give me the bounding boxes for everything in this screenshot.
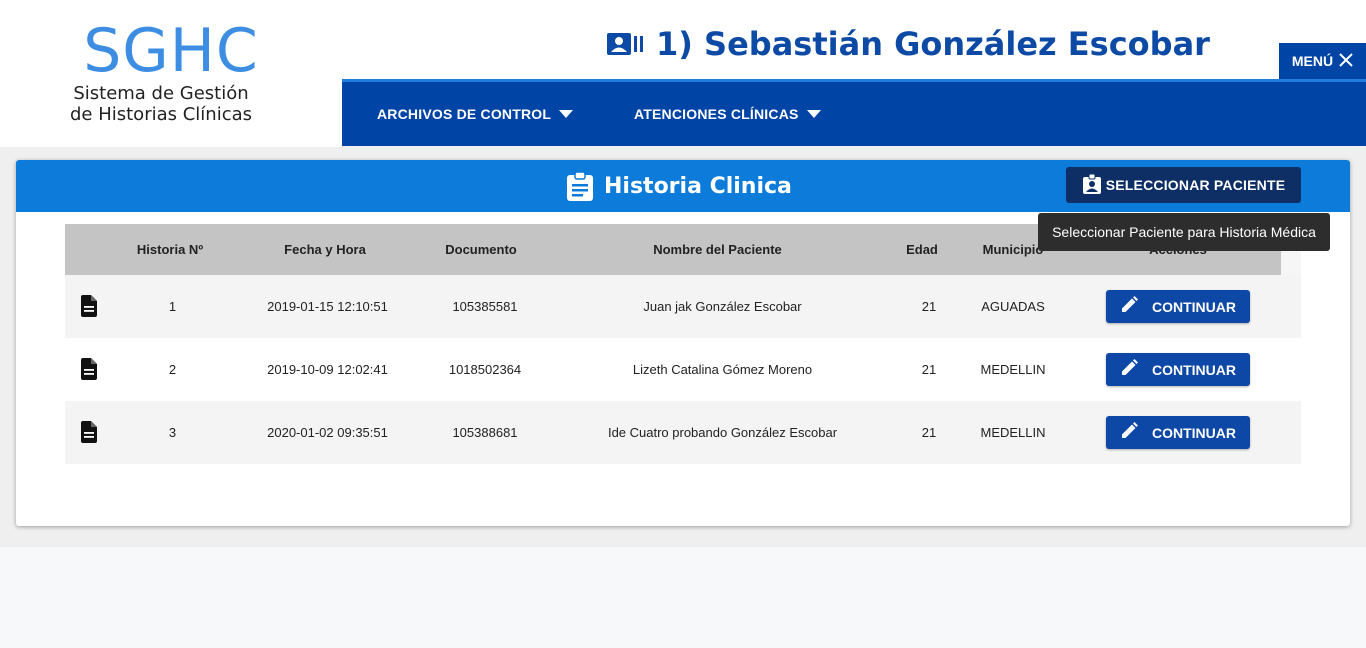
cell-edad: 21 (921, 362, 937, 377)
table-row: 3 2020-01-02 09:35:51 105388681 Ide Cuat… (65, 401, 1301, 464)
pencil-icon (1120, 422, 1138, 443)
table-row: 2 2019-10-09 12:02:41 1018502364 Lizeth … (65, 338, 1301, 401)
cell-municipio: MEDELLIN (980, 425, 1046, 440)
logo-subtitle-line1: Sistema de Gestión (73, 83, 249, 104)
select-patient-label: SELECCIONAR PACIENTE (1105, 177, 1286, 193)
menu-label: MENÚ (1291, 53, 1334, 69)
id-card-icon (606, 31, 644, 57)
historias-table: Historia Nº Fecha y Hora Documento Nombr… (65, 224, 1301, 464)
clipboard-icon (566, 171, 594, 201)
menu-button[interactable]: MENÚ (1279, 43, 1366, 79)
cell-nombre: Ide Cuatro probando González Escobar (607, 425, 838, 440)
card-header: Historia Clinica SELECCIONAR PACIENTE (16, 160, 1350, 212)
cell-nombre: Juan jak González Escobar (643, 299, 802, 314)
cell-fecha: 2019-10-09 12:02:41 (267, 362, 388, 377)
cell-municipio: MEDELLIN (980, 362, 1046, 377)
card-title-text: Historia Clinica (604, 173, 792, 199)
th-edad: Edad (906, 242, 938, 257)
nav-atenciones-clinicas[interactable]: ATENCIONES CLÍNICAS (634, 106, 821, 122)
document-icon[interactable] (80, 358, 98, 380)
logo-title: SGHC (83, 16, 259, 86)
logo-subtitle: Sistema de Gestión de Historias Clínicas (0, 83, 322, 125)
nav-archivos-de-control[interactable]: ARCHIVOS DE CONTROL (377, 106, 574, 122)
continuar-button[interactable]: CONTINUAR (1106, 353, 1250, 386)
continuar-label: CONTINUAR (1152, 361, 1236, 378)
cell-documento: 105385581 (452, 299, 518, 314)
select-patient-button[interactable]: SELECCIONAR PACIENTE (1066, 167, 1301, 203)
document-icon[interactable] (80, 421, 98, 443)
patient-badge-icon (1082, 173, 1102, 197)
continuar-label: CONTINUAR (1152, 424, 1236, 441)
continuar-button[interactable]: CONTINUAR (1106, 290, 1250, 323)
cell-municipio: AGUADAS (981, 299, 1045, 314)
cell-documento: 105388681 (452, 425, 518, 440)
table-row: 1 2019-01-15 12:10:51 105385581 Juan jak… (65, 275, 1301, 338)
cell-documento: 1018502364 (448, 362, 522, 377)
cell-historia: 1 (168, 299, 177, 314)
caret-down-icon (806, 110, 821, 118)
nav-atenciones-label: ATENCIONES CLÍNICAS (634, 106, 799, 122)
card-title: Historia Clinica (566, 170, 792, 202)
th-nombre: Nombre del Paciente (653, 242, 782, 257)
pencil-icon (1120, 359, 1138, 380)
main-navbar: ARCHIVOS DE CONTROL ATENCIONES CLÍNICAS (342, 79, 1366, 146)
caret-down-icon (559, 110, 574, 118)
patient-title: 1) Sebastián González Escobar (606, 22, 1210, 66)
document-icon[interactable] (80, 295, 98, 317)
continuar-label: CONTINUAR (1152, 298, 1236, 315)
cell-fecha: 2019-01-15 12:10:51 (267, 299, 388, 314)
select-patient-tooltip: Seleccionar Paciente para Historia Médic… (1038, 213, 1330, 251)
continuar-button[interactable]: CONTINUAR (1106, 416, 1250, 449)
th-documento: Documento (445, 242, 517, 257)
cell-historia: 3 (168, 425, 177, 440)
cell-nombre: Lizeth Catalina Gómez Moreno (632, 362, 813, 377)
cell-historia: 2 (168, 362, 177, 377)
th-historia: Historia Nº (136, 242, 204, 257)
pencil-icon (1120, 296, 1138, 317)
cell-edad: 21 (921, 425, 937, 440)
close-icon (1339, 52, 1353, 70)
nav-archivos-label: ARCHIVOS DE CONTROL (377, 106, 552, 122)
cell-edad: 21 (921, 299, 937, 314)
cell-fecha: 2020-01-02 09:35:51 (267, 425, 388, 440)
logo[interactable]: SGHC Sistema de Gestión de Historias Clí… (0, 0, 342, 147)
patient-name: 1) Sebastián González Escobar (656, 25, 1210, 63)
th-fecha: Fecha y Hora (284, 242, 366, 257)
logo-subtitle-line2: de Historias Clínicas (69, 104, 253, 125)
